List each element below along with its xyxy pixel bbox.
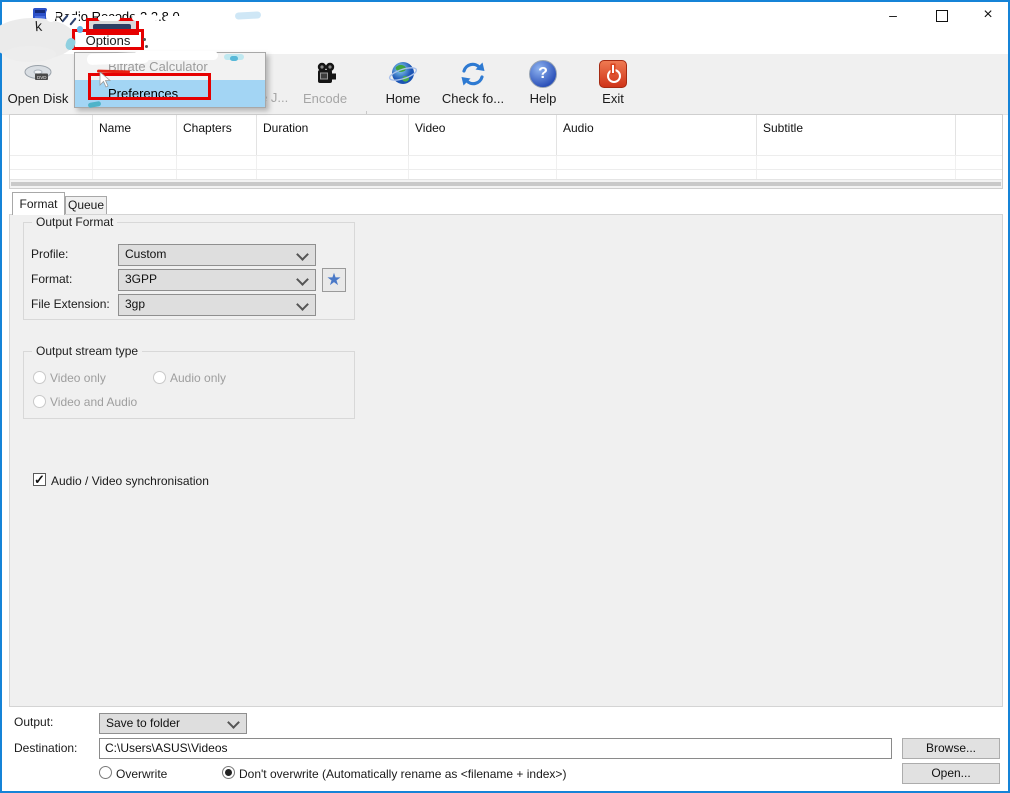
close-icon: × bbox=[983, 6, 992, 23]
radio-overwrite[interactable] bbox=[99, 766, 112, 779]
destination-path: C:\Users\ASUS\Videos bbox=[105, 741, 228, 755]
star-icon: ★ bbox=[326, 270, 341, 289]
exit-button[interactable]: Exit bbox=[583, 57, 643, 111]
annotation-box-options bbox=[72, 29, 144, 50]
globe-icon bbox=[373, 57, 433, 91]
annotation-white-scribble bbox=[164, 16, 184, 21]
audio-only-label: Audio only bbox=[170, 371, 226, 385]
radio-audio-only[interactable] bbox=[153, 371, 166, 384]
column-audio[interactable]: Audio bbox=[557, 115, 757, 155]
horizontal-scrollbar[interactable] bbox=[10, 179, 1002, 188]
open-disk-label: Open Disk bbox=[4, 91, 72, 106]
home-button[interactable]: Home bbox=[373, 57, 433, 111]
maximize-button[interactable] bbox=[924, 2, 958, 28]
annotation-teal-scribble bbox=[77, 26, 83, 33]
annotation-dot bbox=[145, 45, 148, 48]
video-only-label: Video only bbox=[50, 371, 106, 385]
av-sync-checkbox[interactable]: ✓ bbox=[33, 473, 46, 486]
radio-dont-overwrite[interactable] bbox=[222, 766, 235, 779]
column-subtitle[interactable]: Subtitle bbox=[757, 115, 956, 155]
column-video[interactable]: Video bbox=[409, 115, 557, 155]
destination-label: Destination: bbox=[14, 741, 77, 755]
radio-video-and-audio[interactable] bbox=[33, 395, 46, 408]
radio-video-only[interactable] bbox=[33, 371, 46, 384]
annotation-gray-blob bbox=[4, 46, 56, 62]
chevron-down-icon bbox=[296, 298, 309, 311]
svg-text:DVD: DVD bbox=[37, 75, 47, 80]
chevron-down-icon bbox=[296, 273, 309, 286]
file-extension-label: File Extension: bbox=[31, 297, 110, 311]
browse-button[interactable]: Browse... bbox=[902, 738, 1000, 759]
output-stream-type-title: Output stream type bbox=[32, 344, 142, 358]
overwrite-label: Overwrite bbox=[116, 767, 167, 781]
dont-overwrite-label: Don't overwrite (Automatically rename as… bbox=[239, 767, 566, 781]
checkmark-icon: ✓ bbox=[34, 472, 45, 487]
refresh-arrows-icon bbox=[433, 57, 513, 91]
minimize-button[interactable]: – bbox=[876, 2, 910, 28]
file-list: Name Chapters Duration Video Audio Subti… bbox=[9, 114, 1003, 189]
chevron-down-icon bbox=[296, 248, 309, 261]
tab-format[interactable]: Format bbox=[12, 192, 65, 215]
video-and-audio-label: Video and Audio bbox=[50, 395, 137, 409]
help-label: Help bbox=[513, 91, 573, 106]
output-label: Output: bbox=[14, 715, 53, 729]
chevron-down-icon bbox=[227, 716, 240, 729]
close-button[interactable]: × bbox=[971, 2, 1005, 28]
annotation-white-scribble bbox=[46, 8, 56, 22]
home-label: Home bbox=[373, 91, 433, 106]
file-extension-select[interactable]: 3gp bbox=[118, 294, 316, 316]
annotation-dot bbox=[143, 38, 146, 41]
open-disk-button[interactable]: DVD Open Disk bbox=[4, 57, 72, 111]
profile-select[interactable]: Custom bbox=[118, 244, 316, 266]
output-mode-select[interactable]: Save to folder bbox=[99, 713, 247, 734]
column-name[interactable]: Name bbox=[93, 115, 177, 155]
format-select[interactable]: 3GPP bbox=[118, 269, 316, 291]
profile-value: Custom bbox=[125, 247, 166, 261]
encode-label: Encode bbox=[290, 91, 360, 106]
column-icon[interactable] bbox=[10, 115, 93, 155]
profile-label: Profile: bbox=[31, 247, 68, 261]
file-extension-value: 3gp bbox=[125, 297, 145, 311]
minimize-icon: – bbox=[889, 7, 897, 23]
app-window: Redio Recode 2.3.8.0 – × Options DVD Ope… bbox=[0, 0, 1010, 793]
annotation-remnant-text: k bbox=[34, 18, 42, 34]
av-sync-label: Audio / Video synchronisation bbox=[51, 474, 209, 488]
file-list-header: Name Chapters Duration Video Audio Subti… bbox=[10, 115, 1002, 155]
power-icon bbox=[599, 60, 627, 88]
help-question-icon: ? bbox=[529, 60, 557, 88]
column-chapters[interactable]: Chapters bbox=[177, 115, 257, 155]
destination-input[interactable]: C:\Users\ASUS\Videos bbox=[99, 738, 892, 759]
dvd-disc-icon: DVD bbox=[4, 57, 72, 91]
help-button[interactable]: ? Help bbox=[513, 57, 573, 111]
format-value: 3GPP bbox=[125, 272, 157, 286]
column-filler bbox=[956, 115, 1002, 155]
encode-button[interactable]: Encode bbox=[290, 57, 360, 111]
format-label: Format: bbox=[31, 272, 72, 286]
annotation-blue-scribble bbox=[235, 11, 261, 19]
tab-queue[interactable]: Queue bbox=[65, 196, 107, 214]
annotation-teal-scribble bbox=[230, 56, 238, 61]
empty-list-row bbox=[10, 155, 1002, 169]
exit-label: Exit bbox=[583, 91, 643, 106]
annotation-white-scribble bbox=[141, 32, 261, 48]
annotation-white-scribble bbox=[98, 16, 120, 21]
annotation-white-scribble bbox=[132, 15, 158, 21]
check-updates-button[interactable]: Check fo... bbox=[433, 57, 513, 111]
encoder-camera-icon bbox=[290, 57, 360, 91]
output-format-title: Output Format bbox=[32, 215, 117, 229]
format-tab-panel: Output Format Profile: Custom Format: 3G… bbox=[9, 214, 1003, 707]
mouse-cursor bbox=[99, 72, 112, 89]
scrollbar-thumb[interactable] bbox=[11, 182, 1001, 186]
column-duration[interactable]: Duration bbox=[257, 115, 409, 155]
annotation-white-scribble bbox=[134, 51, 218, 60]
output-mode-value: Save to folder bbox=[106, 716, 180, 730]
maximize-icon bbox=[936, 10, 948, 22]
check-updates-label: Check fo... bbox=[433, 91, 513, 106]
favorite-format-button[interactable]: ★ bbox=[322, 268, 346, 292]
open-button[interactable]: Open... bbox=[902, 763, 1000, 784]
